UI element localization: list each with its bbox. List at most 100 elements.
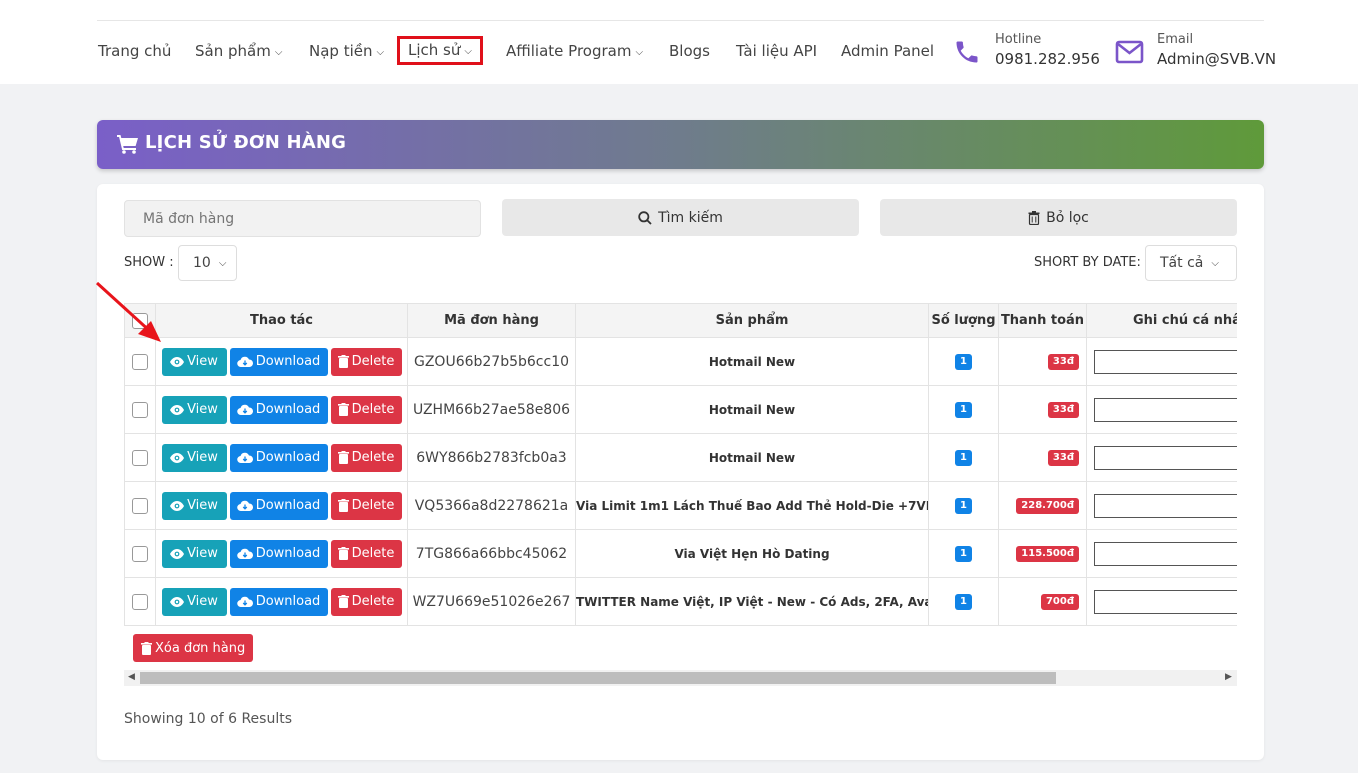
envelope-icon bbox=[1115, 40, 1144, 68]
row-select-cell bbox=[124, 337, 156, 386]
quantity-badge: 1 bbox=[955, 546, 972, 562]
download-button[interactable]: Download bbox=[229, 395, 328, 424]
view-button-label: View bbox=[187, 450, 218, 465]
search-icon bbox=[638, 210, 652, 225]
product-cell: TWITTER Name Việt, IP Việt - New - Có Ad… bbox=[575, 577, 929, 626]
clear-filter-button[interactable]: Bỏ lọc bbox=[880, 199, 1237, 236]
scroll-right-arrow-icon[interactable]: ▶ bbox=[1225, 672, 1232, 682]
cloud-download-icon bbox=[236, 548, 253, 559]
scroll-left-arrow-icon[interactable]: ◀ bbox=[128, 672, 135, 682]
download-button[interactable]: Download bbox=[229, 491, 328, 520]
download-button[interactable]: Download bbox=[229, 443, 328, 472]
row-actions-cell: View Download Delete bbox=[155, 337, 408, 386]
nav-item-history[interactable]: Lịch sử ⌵ bbox=[397, 36, 483, 65]
nav-item-admin-panel[interactable]: Admin Panel bbox=[841, 41, 934, 61]
payment-badge: 115.500đ bbox=[1016, 546, 1079, 562]
download-button[interactable]: Download bbox=[229, 539, 328, 568]
delete-button[interactable]: Delete bbox=[330, 587, 402, 616]
sort-by-date-select[interactable]: Tất cả ⌵ bbox=[1145, 245, 1237, 281]
order-history-title-bar: LỊCH SỬ ĐƠN HÀNG bbox=[97, 120, 1264, 169]
clear-filter-label: Bỏ lọc bbox=[1046, 209, 1089, 226]
row-checkbox[interactable] bbox=[132, 401, 148, 418]
personal-note-input[interactable] bbox=[1094, 397, 1237, 422]
top-header: Trang chủ Sản phẩm ⌵ Nạp tiền ⌵ Lịch sử ⌵ A… bbox=[0, 0, 1358, 84]
row-checkbox[interactable] bbox=[132, 545, 148, 562]
view-button[interactable]: View bbox=[161, 587, 227, 616]
nav-item-home[interactable]: Trang chủ bbox=[98, 41, 171, 61]
quantity-cell: 1 bbox=[928, 577, 999, 626]
view-button[interactable]: View bbox=[161, 539, 227, 568]
payment-cell: 33đ bbox=[998, 337, 1087, 386]
view-button[interactable]: View bbox=[161, 395, 227, 424]
payment-badge: 33đ bbox=[1047, 402, 1079, 418]
nav-item-topup[interactable]: Nạp tiền ⌵ bbox=[309, 41, 384, 64]
order-code-search-input[interactable] bbox=[124, 200, 481, 237]
row-checkbox[interactable] bbox=[132, 593, 148, 610]
cart-icon bbox=[117, 134, 139, 158]
personal-note-input[interactable] bbox=[1094, 349, 1237, 374]
show-count-select[interactable]: 10 ⌵ bbox=[178, 245, 237, 281]
nav-item-label: Sản phẩm bbox=[195, 42, 271, 60]
row-actions-cell: View Download Delete bbox=[155, 481, 408, 530]
delete-orders-button[interactable]: Xóa đơn hàng bbox=[133, 634, 254, 662]
cloud-download-icon bbox=[236, 404, 253, 415]
product-cell: Hotmail New bbox=[575, 337, 929, 386]
nav-item-label: Trang chủ bbox=[98, 42, 172, 60]
quantity-badge: 1 bbox=[955, 450, 972, 466]
delete-button[interactable]: Delete bbox=[330, 443, 402, 472]
chevron-down-icon: ⌵ bbox=[635, 47, 644, 58]
chevron-down-icon: ⌵ bbox=[274, 47, 283, 58]
chevron-down-icon: ⌵ bbox=[464, 46, 472, 57]
table-row: View Download Delete WZ7U669e51026e267 TWITT… bbox=[124, 577, 1237, 626]
view-button[interactable]: View bbox=[161, 347, 227, 376]
download-button[interactable]: Download bbox=[229, 587, 328, 616]
nav-item-products[interactable]: Sản phẩm ⌵ bbox=[195, 41, 282, 64]
row-checkbox[interactable] bbox=[132, 449, 148, 466]
row-checkbox[interactable] bbox=[132, 497, 148, 514]
quantity-cell: 1 bbox=[928, 433, 999, 482]
hotline-value[interactable]: 0981.282.956 bbox=[995, 50, 1100, 68]
product-cell: Via Việt Hẹn Hò Dating bbox=[575, 529, 929, 578]
personal-note-input[interactable] bbox=[1094, 541, 1237, 566]
column-header-order-code: Mã đơn hàng bbox=[407, 303, 576, 338]
order-code-cell: 6WY866b2783fcb0a3 bbox=[407, 433, 576, 482]
select-all-header bbox=[124, 303, 156, 338]
nav-item-affiliate[interactable]: Affiliate Program ⌵ bbox=[506, 41, 643, 64]
nav-item-api-docs[interactable]: Tài liệu API bbox=[736, 41, 817, 61]
search-button[interactable]: Tìm kiếm bbox=[502, 199, 859, 236]
personal-note-input[interactable] bbox=[1094, 445, 1237, 470]
personal-note-input[interactable] bbox=[1094, 589, 1237, 614]
delete-button[interactable]: Delete bbox=[330, 491, 402, 520]
row-checkbox[interactable] bbox=[132, 353, 148, 370]
delete-button[interactable]: Delete bbox=[330, 347, 402, 376]
email-label: Email bbox=[1157, 32, 1194, 47]
download-button[interactable]: Download bbox=[229, 347, 328, 376]
payment-badge: 33đ bbox=[1047, 354, 1079, 370]
view-button-label: View bbox=[187, 546, 218, 561]
nav-item-label: Lịch sử bbox=[408, 41, 461, 59]
scrollbar-thumb[interactable] bbox=[140, 672, 1056, 684]
delete-button[interactable]: Delete bbox=[330, 395, 402, 424]
select-all-checkbox[interactable] bbox=[132, 312, 148, 329]
order-code-cell: GZOU66b27b5b6cc10 bbox=[407, 337, 576, 386]
trash-icon bbox=[337, 547, 349, 560]
eye-icon bbox=[170, 500, 185, 511]
orders-table-container: Thao tác Mã đơn hàng Sản phẩm Số lượng T… bbox=[124, 303, 1237, 669]
sort-by-date-label: SHORT BY DATE: bbox=[1034, 255, 1141, 270]
email-value[interactable]: Admin@SVB.VN bbox=[1157, 50, 1276, 68]
view-button-label: View bbox=[187, 594, 218, 609]
delete-button-label: Delete bbox=[351, 498, 395, 513]
row-actions-cell: View Download Delete bbox=[155, 577, 408, 626]
horizontal-scrollbar[interactable]: ◀ ▶ bbox=[124, 670, 1237, 686]
view-button[interactable]: View bbox=[161, 491, 227, 520]
delete-button-label: Delete bbox=[351, 450, 395, 465]
order-history-card: Tìm kiếm Bỏ lọc SHOW : 10 ⌵ SHORT BY DATE… bbox=[97, 184, 1264, 760]
product-cell: Hotmail New bbox=[575, 433, 929, 482]
nav-item-blogs[interactable]: Blogs bbox=[669, 41, 710, 61]
column-header-payment: Thanh toán bbox=[998, 303, 1087, 338]
view-button[interactable]: View bbox=[161, 443, 227, 472]
quantity-cell: 1 bbox=[928, 529, 999, 578]
personal-note-input[interactable] bbox=[1094, 493, 1237, 518]
delete-button[interactable]: Delete bbox=[330, 539, 402, 568]
product-cell: Hotmail New bbox=[575, 385, 929, 434]
